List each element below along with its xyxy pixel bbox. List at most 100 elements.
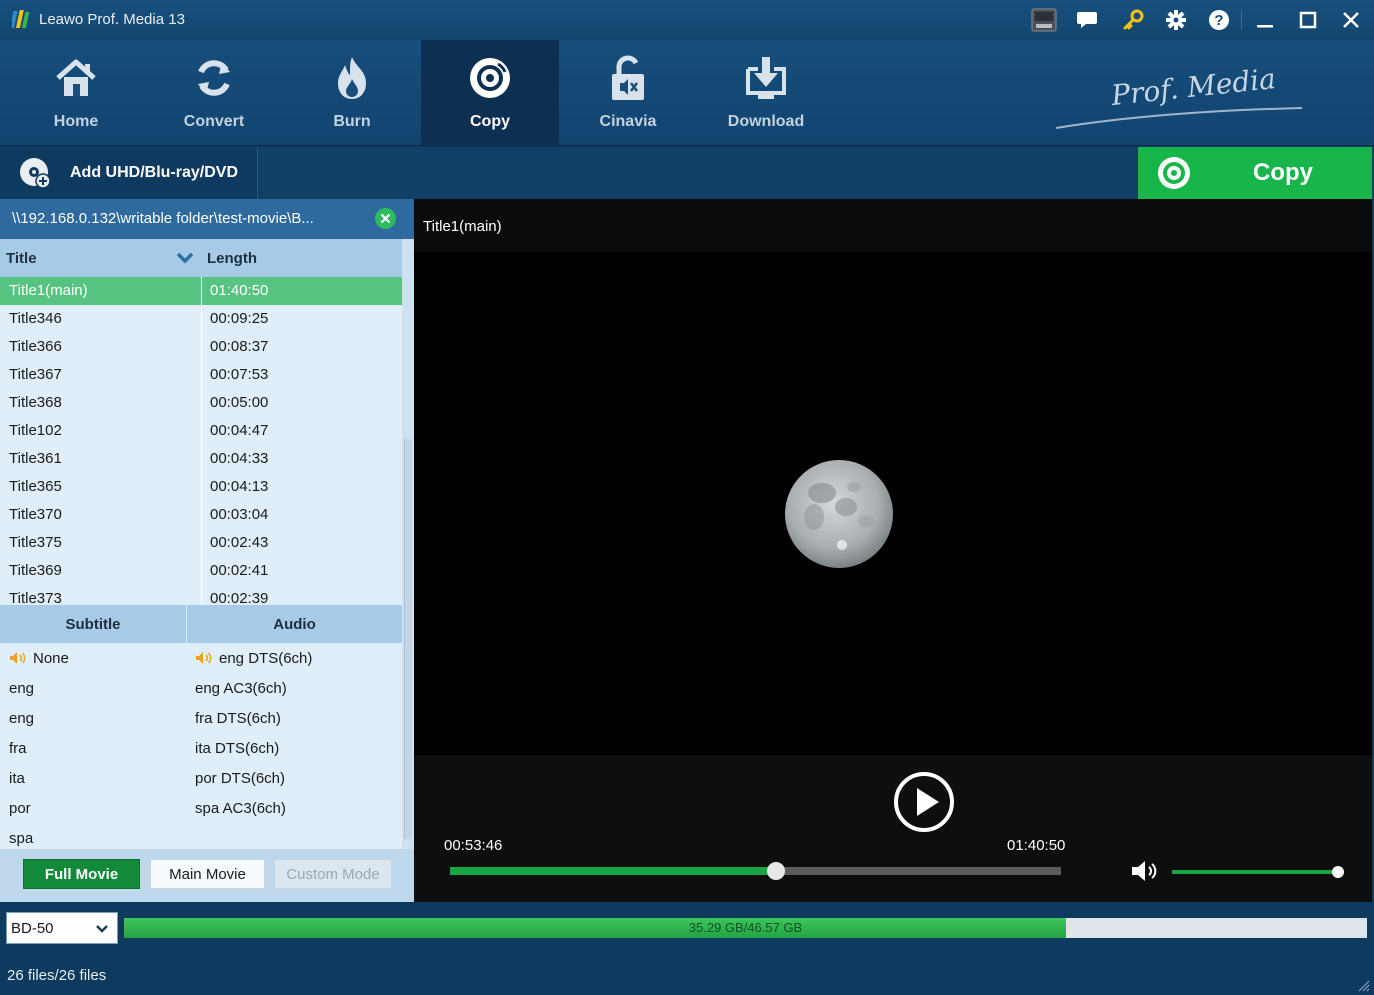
speaker-icon [9, 651, 27, 669]
disc-icon [1158, 157, 1190, 189]
seek-handle[interactable] [766, 862, 785, 880]
custom-mode-button[interactable]: Custom Mode [274, 859, 392, 889]
maximize-icon[interactable] [1296, 8, 1320, 32]
app-logo-icon [12, 10, 30, 28]
audio-header-cell: Audio [187, 605, 402, 643]
audio-label: eng AC3(6ch) [195, 680, 287, 697]
copy-button[interactable]: Copy [1138, 147, 1372, 199]
audio-item[interactable]: ita DTS(6ch) [195, 740, 279, 757]
disc-type-select[interactable]: BD-50 [6, 912, 118, 944]
module-toolbar: Home Convert Burn Copy Cinavia Download … [0, 40, 1374, 146]
scrollbar-thumb[interactable] [404, 439, 412, 839]
nav-cinavia-label: Cinavia [599, 113, 657, 130]
full-movie-button[interactable]: Full Movie [23, 859, 140, 889]
nav-burn[interactable]: Burn [283, 40, 421, 145]
capacity-bar: 35.29 GB/46.57 GB [124, 918, 1367, 938]
main-movie-button[interactable]: Main Movie [150, 859, 265, 889]
remove-source-button[interactable] [375, 208, 396, 229]
source-path: \\192.168.0.132\writable folder\test-mov… [12, 210, 314, 227]
play-button[interactable] [893, 771, 955, 833]
title-length: 00:02:39 [210, 590, 269, 605]
audio-item[interactable]: eng DTS(6ch) [195, 650, 312, 669]
volume-level [1172, 870, 1338, 874]
cinavia-icon [606, 54, 650, 102]
title-length: 00:02:43 [210, 534, 269, 551]
subtitle-item[interactable]: por [9, 800, 31, 817]
copy-button-label: Copy [1253, 159, 1313, 186]
left-scrollbar[interactable] [402, 239, 414, 849]
title-length: 00:07:53 [210, 366, 269, 383]
title-bar: Leawo Prof. Media 13 ? [0, 0, 1374, 40]
subtitle-item[interactable]: eng [9, 710, 34, 727]
play-icon [917, 788, 939, 816]
home-icon [54, 54, 98, 102]
subtitle-header-cell: Subtitle [0, 605, 186, 643]
title-name: Title373 [9, 590, 62, 605]
close-icon[interactable] [1339, 8, 1363, 32]
help-icon[interactable]: ? [1207, 8, 1231, 32]
audio-item[interactable]: eng AC3(6ch) [195, 680, 287, 697]
subtitle-item[interactable]: ita [9, 770, 25, 787]
title-column-header[interactable]: Title [6, 250, 37, 267]
titlebar-separator [1241, 10, 1242, 30]
nav-home-label: Home [53, 113, 99, 130]
seek-bar[interactable] [450, 862, 1061, 880]
add-source-label: Add UHD/Blu-ray/DVD [70, 164, 239, 181]
close-icon [380, 213, 391, 224]
volume-slider[interactable] [1172, 866, 1344, 878]
key-icon[interactable] [1121, 8, 1145, 32]
volume-icon[interactable] [1130, 858, 1160, 884]
convert-icon [192, 54, 236, 102]
title-length: 00:03:04 [210, 506, 269, 523]
subtitle-item[interactable]: None [9, 650, 69, 669]
subtitle-item[interactable]: spa [9, 830, 33, 847]
speaker-icon [195, 651, 213, 669]
subtitle-label: eng [9, 680, 35, 697]
nav-home[interactable]: Home [7, 40, 145, 145]
preview-title: Title1(main) [423, 218, 502, 235]
resize-grip-icon[interactable] [1356, 978, 1370, 992]
subtitle-item[interactable]: fra [9, 740, 27, 757]
nav-download[interactable]: Download [697, 40, 835, 145]
title-length: 01:40:50 [210, 282, 269, 299]
gear-icon[interactable] [1164, 8, 1188, 32]
length-column-header[interactable]: Length [207, 250, 257, 267]
nav-copy[interactable]: Copy [421, 40, 559, 145]
brand-logo: Prof. Media [1055, 62, 1303, 129]
nav-download-label: Download [727, 113, 805, 130]
audio-item[interactable]: por DTS(6ch) [195, 770, 285, 787]
chat-icon[interactable] [1075, 8, 1099, 32]
video-frame[interactable] [414, 252, 1372, 755]
title-name: Title370 [9, 506, 62, 523]
subtitle-item[interactable]: eng [9, 680, 34, 697]
chevron-down-icon[interactable] [176, 251, 194, 265]
minimize-icon[interactable] [1253, 8, 1277, 32]
capacity-text: 35.29 GB/46.57 GB [688, 920, 803, 935]
audio-label: ita DTS(6ch) [195, 740, 280, 757]
preview-panel: Title1(main) 00:53:46 01:40:50 [414, 199, 1372, 902]
total-time: 01:40:50 [1007, 837, 1066, 854]
add-source-button[interactable]: Add UHD/Blu-ray/DVD [0, 147, 258, 199]
flame-icon [330, 54, 374, 102]
audio-item[interactable]: fra DTS(6ch) [195, 710, 281, 727]
amd-icon[interactable] [1031, 8, 1057, 32]
file-count: 26 files/26 files [7, 967, 107, 984]
audio-label: fra DTS(6ch) [195, 710, 281, 727]
volume-handle[interactable] [1332, 866, 1344, 878]
subtitle-label: None [33, 650, 69, 667]
title-table-header: Title Length [0, 239, 402, 277]
title-name: Title368 [9, 394, 62, 411]
nav-convert[interactable]: Convert [145, 40, 283, 145]
title-name: Title346 [9, 310, 62, 327]
track-header: Subtitle Audio [0, 605, 402, 643]
audio-header: Audio [273, 616, 316, 633]
nav-cinavia[interactable]: Cinavia [559, 40, 697, 145]
nav-burn-label: Burn [333, 113, 371, 130]
subtitle-label: ita [9, 770, 25, 787]
title-length: 00:02:41 [210, 562, 269, 579]
download-icon [744, 54, 788, 102]
add-disc-icon [20, 158, 51, 189]
subtitle-header: Subtitle [65, 616, 121, 633]
copy-mode-bar: Full Movie Main Movie Custom Mode [0, 849, 414, 902]
audio-item[interactable]: spa AC3(6ch) [195, 800, 286, 817]
